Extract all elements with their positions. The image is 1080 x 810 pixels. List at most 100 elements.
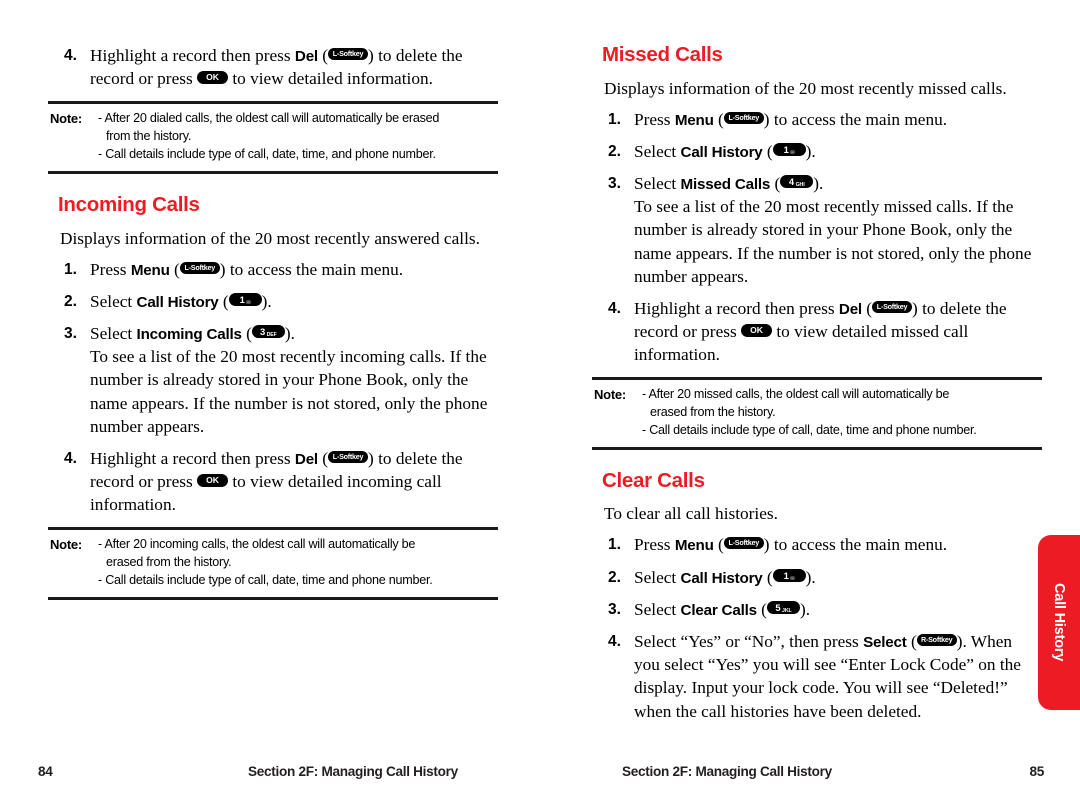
right-softkey-icon: R-Softkey — [916, 634, 957, 647]
step-text-part: ( — [713, 535, 724, 555]
step-text-part: ( — [317, 448, 329, 468]
step-text-part: Highlight a record then press — [90, 448, 295, 468]
key-3-icon: 3 DEF — [251, 325, 285, 339]
note-line: - After 20 incoming calls, the oldest ca… — [98, 537, 416, 552]
step-item: 2. Select Call History (1 ✉). — [592, 140, 1042, 163]
key-digit: 4 — [788, 176, 795, 188]
right-column: Missed Calls Displays information of the… — [592, 44, 1042, 732]
step-text-part: Select “Yes” or “No”, then press — [634, 632, 864, 652]
step-text-part: ). — [799, 599, 811, 619]
key-sublabel: ✉ — [246, 299, 251, 306]
note-line: - Call details include type of call, dat… — [98, 147, 436, 162]
step-text-part: Select — [634, 174, 681, 194]
key-sublabel: DEF — [266, 332, 277, 339]
step-item: 1. Press Menu (L-Softkey) to access the … — [592, 108, 1042, 131]
dialed-calls-steps: 4. Highlight a record then press Del (L-… — [48, 44, 498, 90]
step-number: 4. — [608, 633, 621, 651]
note-missed-calls: Note: - After 20 missed calls, the oldes… — [592, 377, 1042, 450]
step-item: 3. Select Clear Calls (5 JKL). — [592, 598, 1042, 621]
key-digit: 3 — [259, 326, 266, 338]
note-lines: - After 20 dialed calls, the oldest call… — [98, 110, 496, 164]
ok-key-icon: OK — [197, 473, 229, 487]
step-number: 2. — [608, 142, 621, 160]
step-text-part: ( — [218, 291, 229, 311]
note-bottom-rule — [48, 596, 498, 600]
note-line: - Call details include type of call, dat… — [642, 422, 977, 437]
step-item: 1. Press Menu (L-Softkey) to access the … — [48, 258, 498, 281]
page-number-right: 85 — [1029, 764, 1044, 779]
step-text-part: Press — [90, 259, 131, 279]
note-bottom-rule — [48, 170, 498, 174]
step-text-part: Select — [634, 141, 681, 161]
step-text: Highlight a record then press Del (L-Sof… — [90, 44, 498, 90]
page-footer: 84 Section 2F: Managing Call History Sec… — [0, 762, 1080, 786]
key-5-icon: 5 JKL — [766, 600, 800, 614]
note-line: erased from the history. — [106, 554, 232, 569]
manual-page: 4. Highlight a record then press Del (L-… — [0, 0, 1080, 810]
step-text-part: Select — [90, 324, 137, 344]
step-text-part: ( — [762, 567, 773, 587]
note-bottom-rule — [592, 446, 1042, 450]
ui-label-menu: Menu — [130, 261, 170, 279]
ui-label-clear-calls: Clear Calls — [680, 601, 758, 619]
step-number: 3. — [64, 325, 77, 343]
step-text-part: ) to access the main menu. — [763, 535, 948, 555]
incoming-calls-steps: 1. Press Menu (L-Softkey) to access the … — [48, 258, 498, 517]
note-dialed-calls: Note: - After 20 dialed calls, the oldes… — [48, 101, 498, 174]
step-text-part: ( — [770, 174, 781, 194]
step-item: 3. Select Incoming Calls (3 DEF). To see … — [48, 322, 498, 438]
step-number: 3. — [608, 175, 621, 193]
side-tab-label: Call History — [1051, 583, 1067, 662]
key-1-icon: 1 ✉ — [772, 142, 806, 156]
page-number-left: 84 — [38, 764, 53, 779]
note-line: erased from the history. — [650, 404, 776, 419]
step-text: Highlight a record then press Del (L-Sof… — [90, 447, 498, 516]
step-text-part: ( — [241, 324, 252, 344]
step-number: 2. — [64, 292, 77, 310]
step-text-part: to view detailed information. — [228, 69, 433, 89]
step-text-part: ) to access the main menu. — [763, 109, 948, 129]
note-line: from the history. — [106, 129, 192, 144]
key-1-icon: 1 ✉ — [228, 292, 262, 306]
note-line: - After 20 dialed calls, the oldest call… — [98, 111, 440, 126]
step-text-part: ( — [317, 46, 329, 65]
left-column: 4. Highlight a record then press Del (L-… — [48, 44, 498, 600]
missed-calls-steps: 1. Press Menu (L-Softkey) to access the … — [592, 108, 1042, 367]
step-text: Press Menu (L-Softkey) to access the mai… — [634, 533, 1042, 556]
key-sublabel: ✉ — [790, 575, 795, 582]
heading-clear-calls: Clear Calls — [602, 468, 705, 492]
intro-clear-calls: To clear all call histories. — [604, 504, 778, 524]
step-number: 3. — [608, 600, 621, 618]
step-text: Press Menu (L-Softkey) to access the mai… — [90, 258, 498, 281]
step-text: Select “Yes” or “No”, then press Select … — [634, 630, 1042, 723]
step-text-part: ( — [169, 259, 180, 279]
key-sublabel: GHI — [795, 182, 805, 189]
step-text-part: ). — [805, 567, 816, 587]
note-line: - Call details include type of call, dat… — [98, 572, 433, 587]
ok-key-icon: OK — [197, 71, 229, 85]
note-lines: - After 20 incoming calls, the oldest ca… — [98, 536, 496, 590]
key-sublabel: JKL — [782, 607, 792, 614]
note-body: Note: - After 20 missed calls, the oldes… — [592, 380, 1042, 447]
key-digit: 1 — [783, 143, 789, 155]
step-item: 3. Select Missed Calls (4 GHI). To see a … — [592, 172, 1042, 288]
step-item: 4. Highlight a record then press Del (L-… — [592, 297, 1042, 366]
step-text-part: ). — [813, 174, 824, 194]
step-text-part: ). — [284, 324, 295, 344]
ui-label-call-history: Call History — [680, 143, 763, 161]
step-text: Highlight a record then press Del (L-Sof… — [634, 297, 1042, 366]
ui-label-select: Select — [863, 634, 907, 652]
left-softkey-icon: L-Softkey — [328, 48, 369, 60]
key-sublabel: ✉ — [790, 149, 795, 156]
key-4-icon: 4 GHI — [780, 175, 814, 189]
note-label: Note: — [50, 537, 82, 553]
left-softkey-icon: L-Softkey — [723, 537, 764, 550]
step-text: Select Missed Calls (4 GHI). — [634, 172, 1042, 195]
step-text: Select Incoming Calls (3 DEF). — [90, 322, 498, 345]
note-body: Note: - After 20 incoming calls, the old… — [48, 530, 498, 597]
step-text-part: Highlight a record then press — [634, 298, 839, 318]
ui-label-del: Del — [838, 300, 862, 318]
step-text: Select Clear Calls (5 JKL). — [634, 598, 1042, 621]
step-text-part: Press — [634, 535, 675, 555]
left-softkey-icon: L-Softkey — [328, 450, 369, 463]
